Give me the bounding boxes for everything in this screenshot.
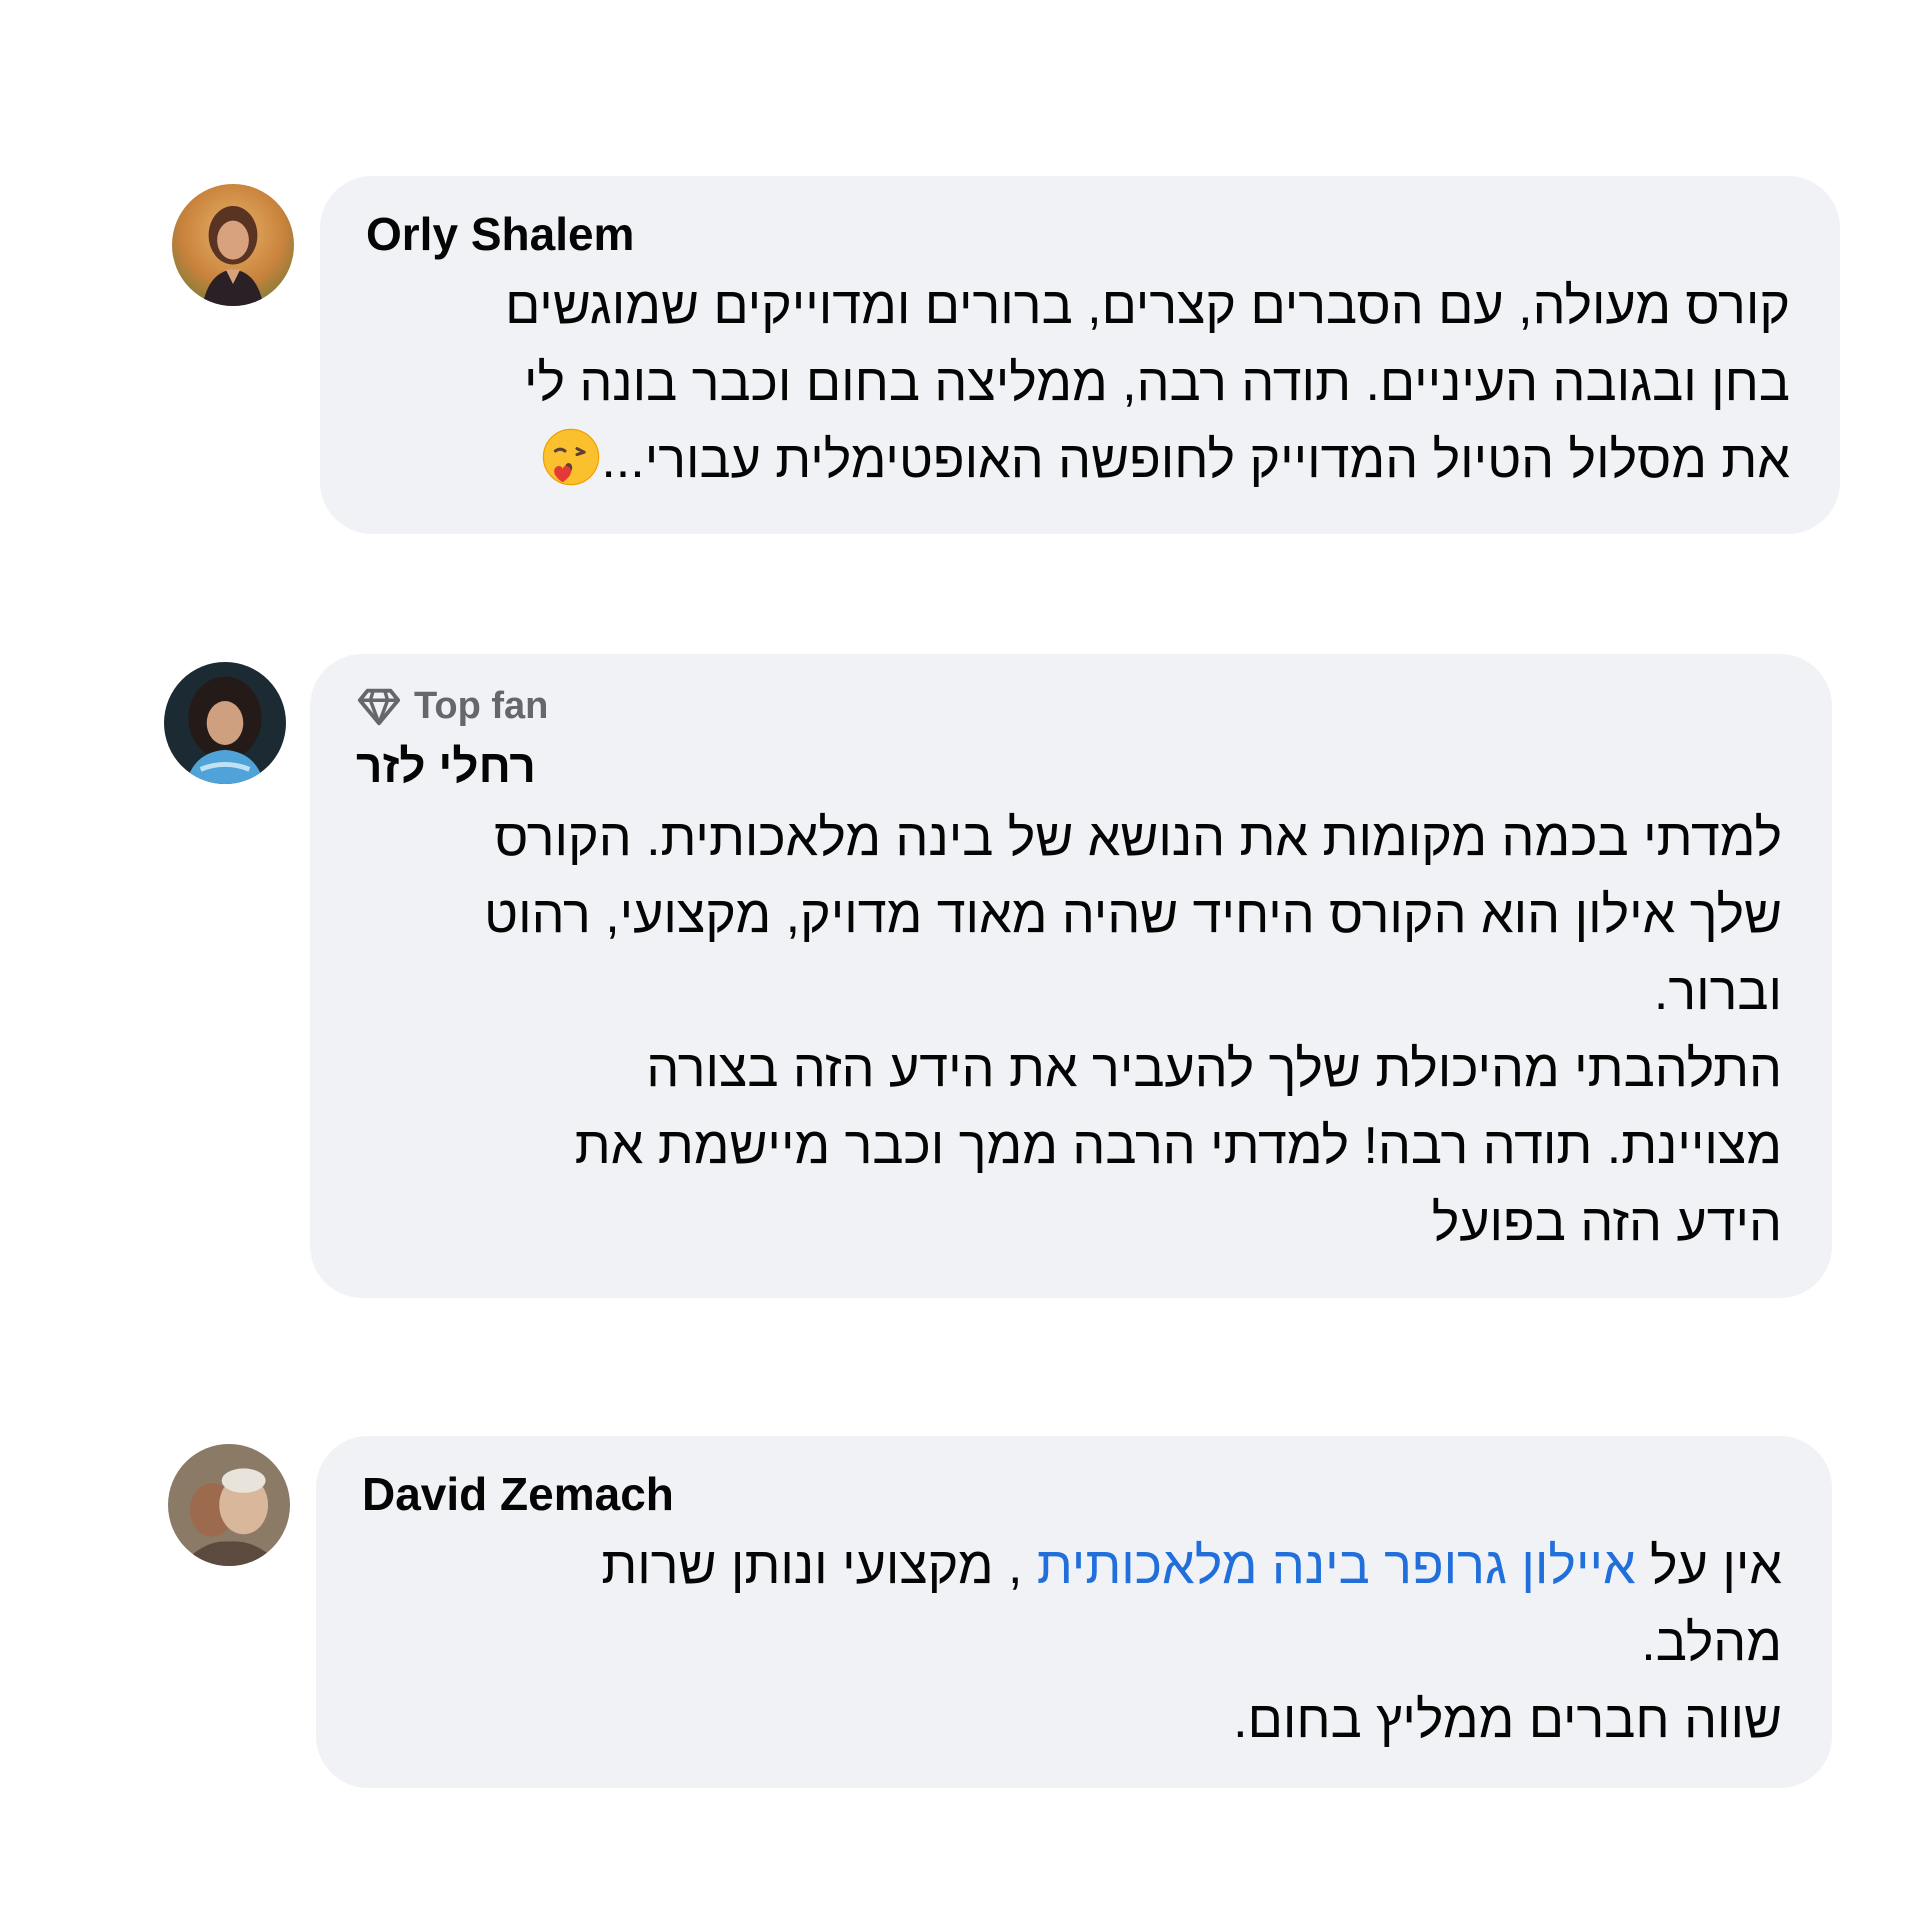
comment-line: מצויינת. תודה רבה! למדתי הרבה ממך וכבר מ… — [574, 1117, 1782, 1175]
comment-line: מהלב. — [1641, 1614, 1782, 1672]
profile-photo-icon — [168, 1444, 290, 1566]
comment-line: בחן ובגובה העיניים. תודה רבה, ממליצה בחו… — [523, 354, 1790, 412]
avatar[interactable] — [172, 184, 294, 306]
comment-text-suffix: , מקצועי ונותן שרות — [601, 1537, 1037, 1595]
face-blowing-kiss-emoji-icon — [543, 428, 600, 486]
profile-photo-icon — [172, 184, 294, 306]
comment-line: את מסלול הטיול המדוייק לחופשה האופטימלית… — [366, 422, 1790, 499]
comment-line-text: את מסלול הטיול המדוייק לחופשה האופטימלית… — [601, 431, 1790, 489]
mention-link[interactable]: איילון גרופר בינה מלאכותית — [1037, 1537, 1636, 1595]
badge-label: Top fan — [414, 685, 549, 727]
comment-bubble: Orly Shalem קורס מעולה, עם הסברים קצרים,… — [320, 176, 1840, 534]
comment-bubble: Top fan רחלי לזר למדתי בכמה מקומות את הנ… — [310, 654, 1832, 1298]
comment-line: אין על איילון גרופר בינה מלאכותית , מקצו… — [362, 1528, 1782, 1605]
comment-text: למדתי בכמה מקומות את הנושא של בינה מלאכו… — [356, 800, 1782, 1262]
profile-photo-icon — [164, 662, 286, 784]
comment-bubble: David Zemach אין על איילון גרופר בינה מל… — [316, 1436, 1832, 1788]
comment-line: וברור. — [1653, 963, 1782, 1021]
comment-line: שלך אילון הוא הקורס היחיד שהיה מאוד מדוי… — [484, 886, 1782, 944]
comment-line: קורס מעולה, עם הסברים קצרים, ברורים ומדו… — [505, 277, 1790, 335]
comment-text-prefix: אין על — [1635, 1537, 1782, 1595]
avatar[interactable] — [164, 662, 286, 784]
comment-author[interactable]: Orly Shalem — [366, 206, 1790, 262]
comment-line: למדתי בכמה מקומות את הנושא של בינה מלאכו… — [494, 809, 1782, 867]
comment-text: קורס מעולה, עם הסברים קצרים, ברורים ומדו… — [366, 268, 1790, 499]
comment-line: שווה חברים ממליץ בחום. — [1233, 1691, 1782, 1749]
comment-author[interactable]: רחלי לזר — [356, 738, 1782, 794]
comments-panel: Orly Shalem קורס מעולה, עם הסברים קצרים,… — [0, 0, 1920, 1920]
comment-line: התלהבתי מהיכולת שלך להעביר את הידע הזה ב… — [646, 1040, 1782, 1098]
diamond-icon — [357, 688, 401, 726]
top-fan-badge[interactable]: Top fan — [356, 682, 1782, 730]
comment-author[interactable]: David Zemach — [362, 1466, 1782, 1522]
avatar[interactable] — [168, 1444, 290, 1566]
comment-text: אין על איילון גרופר בינה מלאכותית , מקצו… — [362, 1528, 1782, 1759]
comment-line: הידע הזה בפועל — [1431, 1194, 1782, 1252]
